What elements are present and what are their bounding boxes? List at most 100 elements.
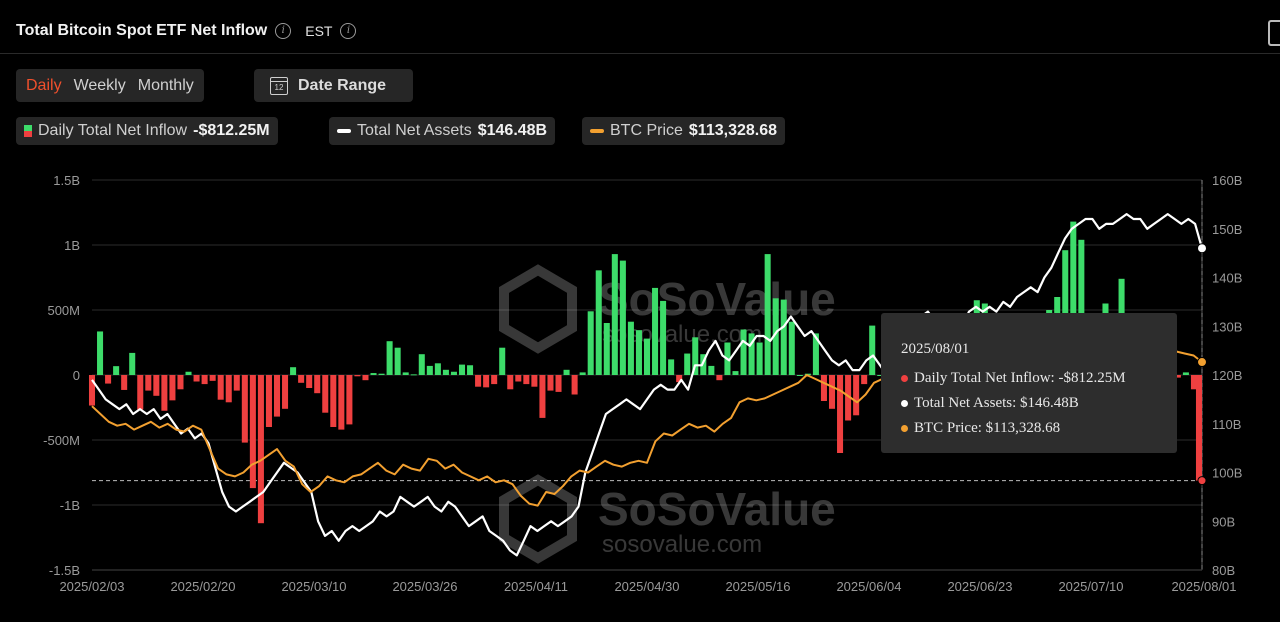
inflow-bar xyxy=(828,375,836,409)
inflow-bar xyxy=(507,375,514,390)
inflow-bar xyxy=(611,254,618,375)
inflow-bar xyxy=(322,375,329,413)
right-tick-label: 100B xyxy=(1212,466,1242,481)
inflow-bar xyxy=(458,364,466,375)
watermark-logo-icon xyxy=(499,264,577,564)
inflow-bar xyxy=(88,375,96,406)
left-tick-label: -1.5B xyxy=(49,563,80,578)
inflow-bar xyxy=(233,375,240,391)
inflow-bar xyxy=(740,329,747,375)
left-tick-label: 500M xyxy=(47,303,80,318)
x-tick-label: 2025/04/30 xyxy=(614,579,679,594)
inflow-bar xyxy=(121,375,128,390)
inflow-bar xyxy=(475,375,482,387)
chart-area[interactable]: SoSoValue sosovalue.com SoSoValue sosova… xyxy=(0,0,1280,622)
inflow-bar xyxy=(491,375,498,385)
inflow-bar xyxy=(209,375,216,381)
inflow-bar xyxy=(257,375,264,524)
watermark-site: sosovalue.com xyxy=(602,321,762,348)
inflow-bar xyxy=(788,321,795,375)
inflow-bar xyxy=(708,365,715,375)
inflow-dot-icon xyxy=(901,375,908,382)
right-tick-label: 140B xyxy=(1212,271,1242,286)
x-tick-label: 2025/02/03 xyxy=(59,579,124,594)
inflow-bar xyxy=(249,375,256,489)
tooltip-assets: Total Net Assets: $146.48B xyxy=(914,395,1079,411)
inflow-bar xyxy=(161,375,168,411)
inflow-bar xyxy=(587,311,594,375)
inflow-bar xyxy=(643,338,651,375)
x-tick-label: 2025/02/20 xyxy=(170,579,235,594)
inflow-bar xyxy=(869,325,876,375)
right-tick-label: 150B xyxy=(1212,222,1242,237)
inflow-bar xyxy=(571,375,578,395)
price-marker xyxy=(1197,357,1207,368)
price-dot-icon xyxy=(901,425,908,432)
inflow-marker xyxy=(1197,476,1207,486)
inflow-bar xyxy=(837,375,844,453)
inflow-bar xyxy=(225,375,232,403)
inflow-bar xyxy=(201,375,208,385)
inflow-bar xyxy=(539,375,546,418)
tooltip-inflow-row: Daily Total Net Inflow: -$812.25M xyxy=(901,366,1177,391)
inflow-bar xyxy=(113,366,120,375)
tooltip-price: BTC Price: $113,328.68 xyxy=(914,420,1061,436)
inflow-bar xyxy=(346,375,353,425)
inflow-bar xyxy=(716,375,723,381)
assets-marker xyxy=(1197,243,1207,254)
inflow-bar xyxy=(732,371,739,375)
watermark-brand-2: SoSoValue xyxy=(598,483,836,535)
inflow-bar xyxy=(820,375,827,401)
inflow-bar xyxy=(764,254,771,375)
inflow-bar xyxy=(668,359,675,375)
inflow-bar xyxy=(386,341,393,375)
inflow-bar xyxy=(603,323,610,375)
watermark-brand: SoSoValue xyxy=(598,273,836,325)
inflow-bar xyxy=(418,354,425,375)
inflow-bar xyxy=(1195,375,1202,481)
right-tick-label: 160B xyxy=(1212,173,1242,188)
tooltip-price-row: BTC Price: $113,328.68 xyxy=(901,416,1177,441)
inflow-bar xyxy=(241,375,248,443)
inflow-bar xyxy=(338,375,345,430)
x-tick-label: 2025/03/10 xyxy=(281,579,346,594)
inflow-bar xyxy=(330,375,337,427)
inflow-bar xyxy=(442,369,449,375)
inflow-bar xyxy=(410,374,417,376)
inflow-bar xyxy=(290,367,297,375)
inflow-bar xyxy=(265,375,272,427)
inflow-bar xyxy=(563,369,570,375)
inflow-bar xyxy=(619,260,626,375)
x-tick-label: 2025/04/11 xyxy=(504,579,568,594)
inflow-bar xyxy=(362,375,369,381)
inflow-bar xyxy=(434,363,441,375)
inflow-bar xyxy=(129,352,136,375)
inflow-bar xyxy=(298,375,305,383)
inflow-bar xyxy=(523,375,530,385)
tooltip-assets-row: Total Net Assets: $146.48B xyxy=(901,391,1177,416)
inflow-bar xyxy=(483,375,490,388)
tooltip-inflow: Daily Total Net Inflow: -$812.25M xyxy=(914,370,1126,386)
watermark-site-2: sosovalue.com xyxy=(602,531,762,558)
x-tick-label: 2025/05/16 xyxy=(725,579,790,594)
inflow-bar xyxy=(853,375,860,416)
inflow-bar xyxy=(796,375,803,376)
inflow-bar xyxy=(515,375,522,382)
inflow-bar xyxy=(499,347,506,375)
inflow-bar xyxy=(579,372,586,375)
left-tick-label: -500M xyxy=(43,433,80,448)
tooltip-date: 2025/08/01 xyxy=(901,341,970,357)
x-tick-label: 2025/06/04 xyxy=(836,579,901,594)
inflow-bar xyxy=(306,375,313,388)
inflow-bar xyxy=(756,342,763,375)
inflow-bar xyxy=(1182,372,1189,375)
chart-tooltip: 2025/08/01 Daily Total Net Inflow: -$812… xyxy=(881,313,1177,453)
inflow-bar xyxy=(467,365,474,375)
right-tick-label: 110B xyxy=(1212,417,1241,432)
inflow-bar xyxy=(684,353,691,375)
inflow-bar xyxy=(627,321,634,375)
left-tick-label: 0 xyxy=(73,368,80,383)
inflow-bar xyxy=(145,375,152,391)
inflow-bar xyxy=(185,371,192,375)
right-tick-label: 120B xyxy=(1212,368,1242,383)
